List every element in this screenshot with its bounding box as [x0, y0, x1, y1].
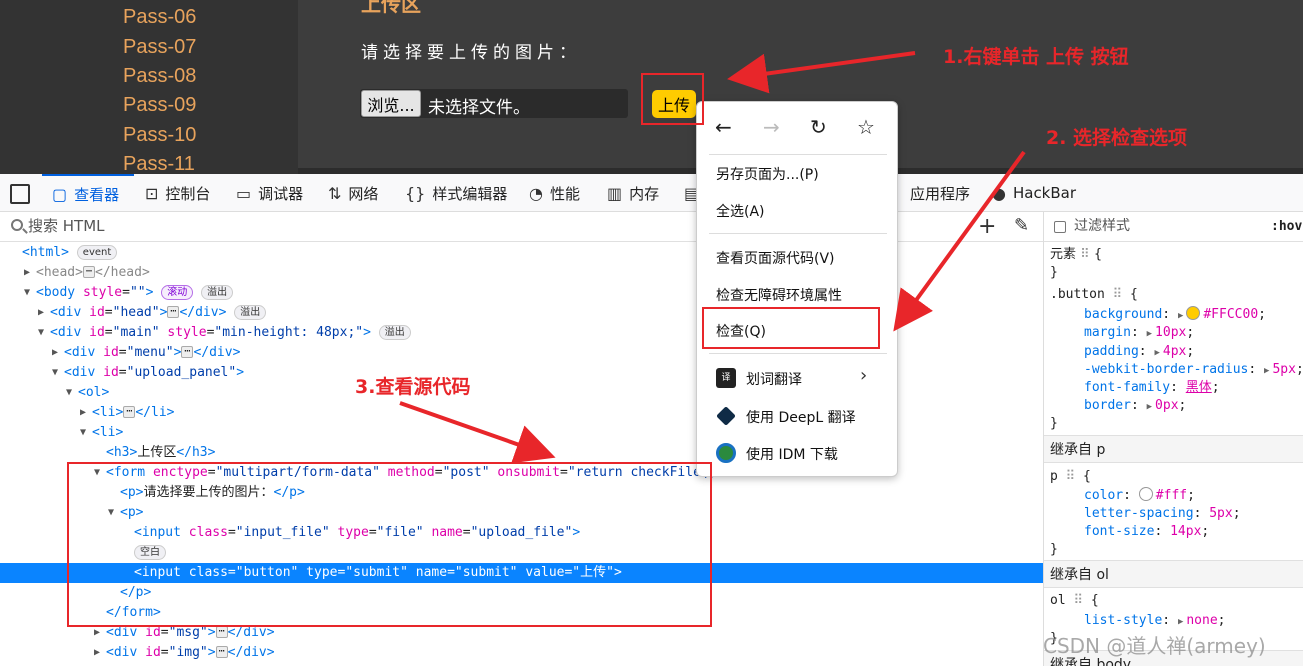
arrow-to-upload [727, 51, 916, 94]
watermark: CSDN @道人禅(armey) [1043, 634, 1266, 658]
arrow-to-inspect [893, 150, 1026, 332]
arrow-to-source [399, 401, 556, 464]
annotation-arrows [399, 51, 1026, 464]
